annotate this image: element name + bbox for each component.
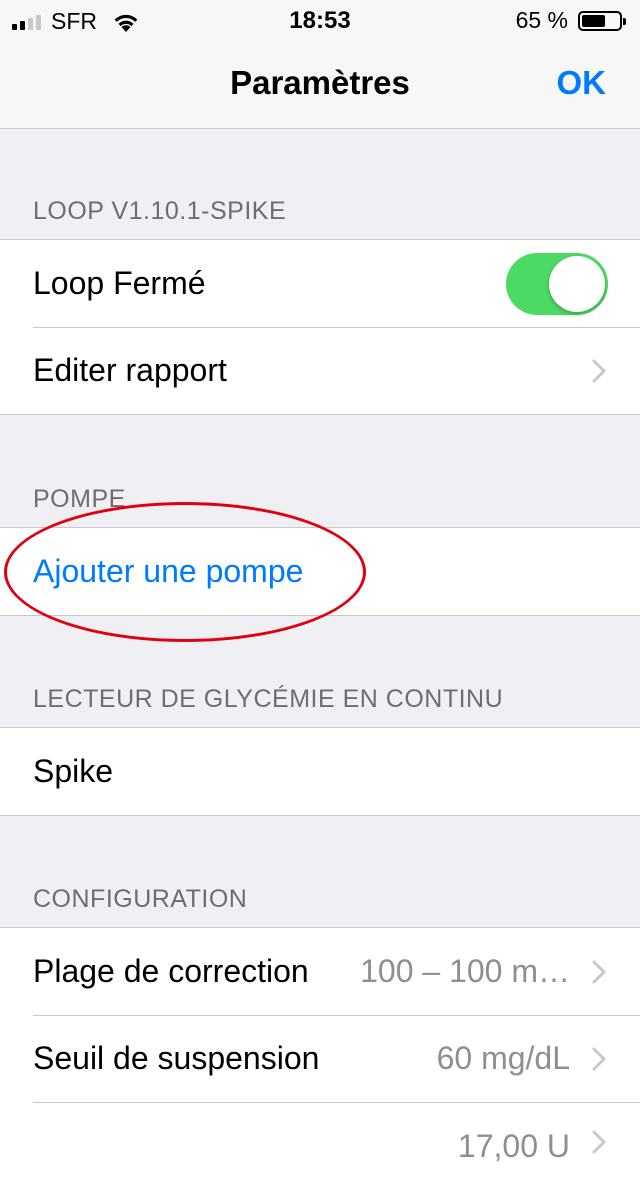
cgm-group: Spike [0,727,640,816]
correction-range-label: Plage de correction [33,953,309,989]
cgm-device-row[interactable]: Spike [0,728,640,815]
navigation-bar: Paramètres OK [0,40,640,129]
edit-report-label: Editer rapport [33,352,227,388]
add-pump-button[interactable]: Ajouter une pompe [33,553,303,590]
ok-button[interactable]: OK [557,64,607,102]
closed-loop-row: Loop Fermé [0,240,640,327]
chevron-right-icon [592,359,606,382]
correction-range-value: 100 – 100 m… [360,953,570,989]
status-right: 65 % [515,7,626,34]
section-header-cgm: LECTEUR DE GLYCÉMIE EN CONTINU [33,685,504,713]
suspend-threshold-label: Seuil de suspension [33,1040,320,1076]
partially-visible-row[interactable]: 17,00 U [0,1102,640,1189]
battery-icon [578,10,626,31]
suspend-threshold-value: 60 mg/dL [436,1040,570,1076]
status-bar: SFR 18:53 65 % [0,0,640,40]
cgm-device-label: Spike [33,753,114,789]
pump-group: Ajouter une pompe [0,527,640,616]
section-header-configuration: CONFIGURATION [33,885,248,913]
edit-report-row[interactable]: Editer rapport [0,327,640,414]
suspend-threshold-row[interactable]: Seuil de suspension 60 mg/dL [0,1015,640,1102]
chevron-right-icon [592,1130,606,1154]
closed-loop-label: Loop Fermé [33,265,206,301]
closed-loop-toggle[interactable] [506,252,608,315]
section-header-pump: POMPE [33,485,126,513]
battery-fill [582,14,605,27]
page-title: Paramètres [230,64,410,101]
correction-range-row[interactable]: Plage de correction 100 – 100 m… [0,928,640,1015]
add-pump-row[interactable]: Ajouter une pompe [0,528,640,615]
configuration-group: Plage de correction 100 – 100 m… Seuil d… [0,927,640,1189]
chevron-right-icon [592,1047,606,1070]
section-header-loop: LOOP V1.10.1-SPIKE [33,197,287,225]
battery-percent: 65 % [515,7,568,33]
loop-group: Loop Fermé Editer rapport [0,239,640,415]
toggle-knob [549,255,605,312]
partially-visible-value: 17,00 U [457,1128,570,1164]
chevron-right-icon [592,960,606,983]
